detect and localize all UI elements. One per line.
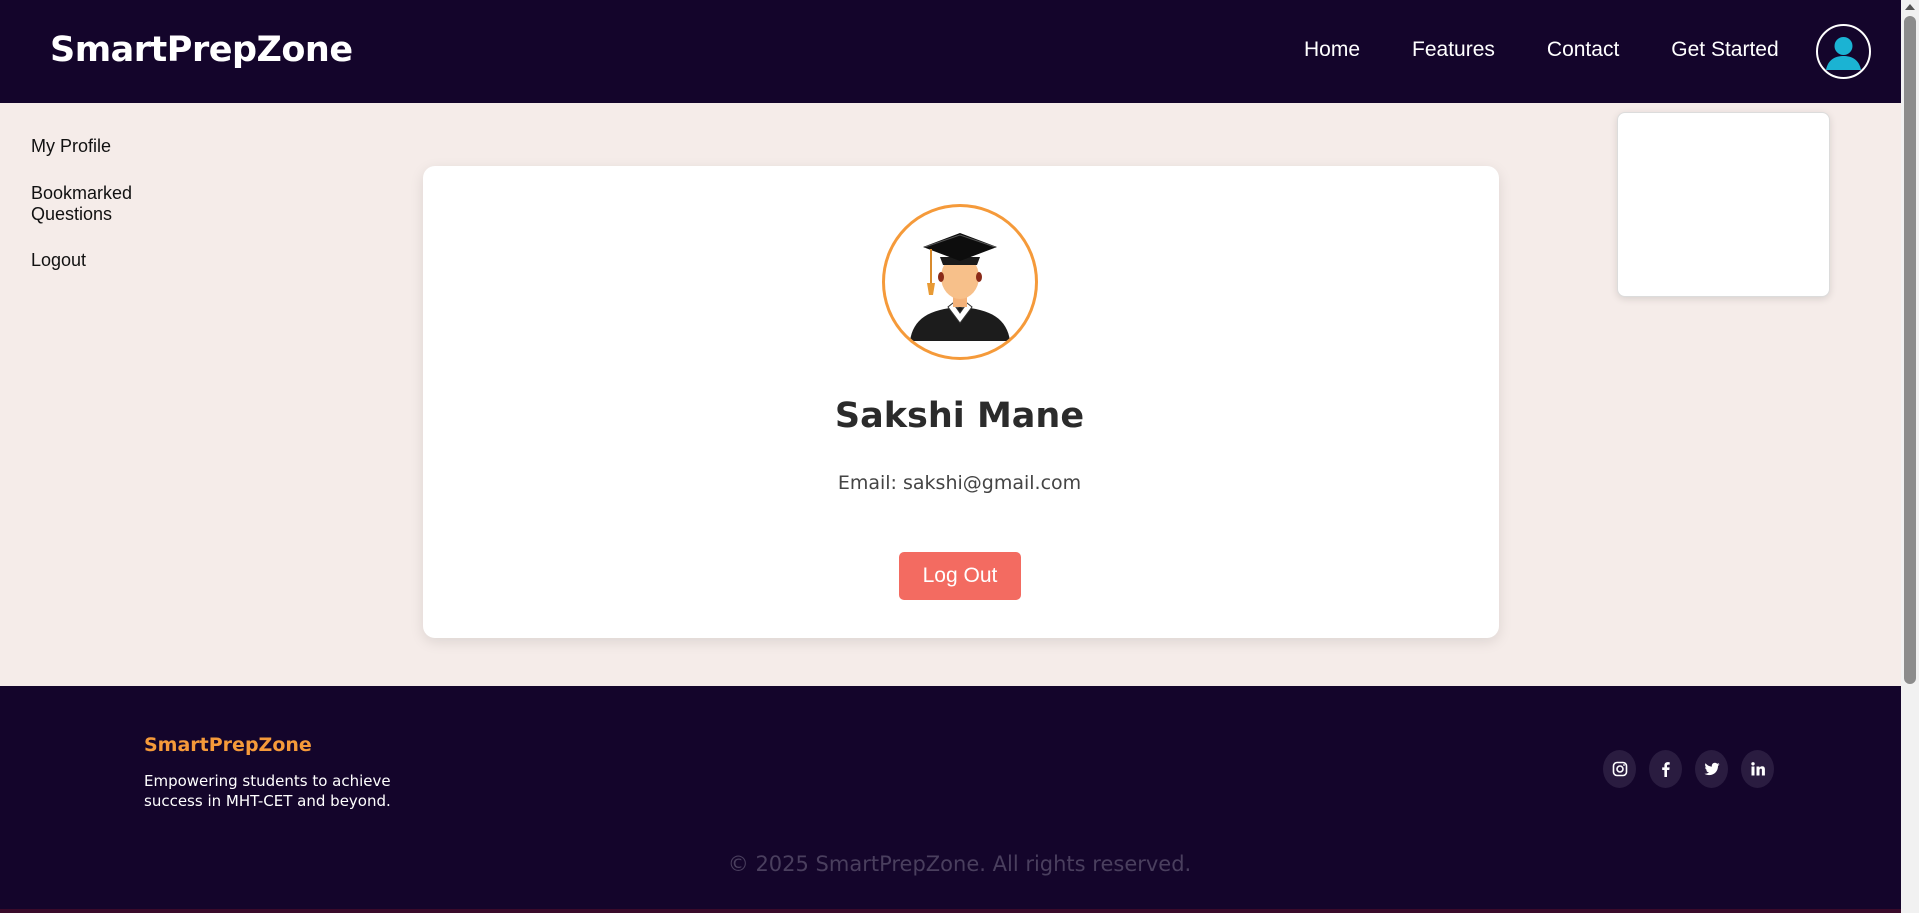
navbar: SmartPrepZone Home Features Contact Get … bbox=[0, 0, 1901, 103]
dropdown-item-my-profile[interactable]: My Profile bbox=[31, 136, 111, 157]
footer-brand: SmartPrepZone bbox=[144, 734, 312, 756]
user-circle-icon bbox=[1826, 37, 1861, 70]
user-name: Sakshi Mane bbox=[834, 396, 1085, 436]
nav-link-home[interactable]: Home bbox=[1304, 38, 1360, 62]
logout-button[interactable]: Log Out bbox=[899, 552, 1021, 600]
nav-link-get-started[interactable]: Get Started bbox=[1671, 38, 1778, 62]
page-scrollbar[interactable] bbox=[1901, 0, 1919, 913]
facebook-icon[interactable] bbox=[1649, 750, 1682, 788]
scrollbar-thumb[interactable] bbox=[1904, 16, 1916, 684]
graduate-avatar-graphic bbox=[910, 233, 1010, 341]
nav-link-features[interactable]: Features bbox=[1412, 38, 1495, 62]
profile-menu-button[interactable] bbox=[1816, 24, 1871, 79]
dropdown-item-logout[interactable]: Logout bbox=[31, 250, 86, 271]
scroll-up-arrow-icon[interactable] bbox=[1905, 4, 1915, 10]
dropdown-item-bookmarked-questions[interactable]: Bookmarked Questions bbox=[31, 183, 181, 225]
twitter-icon[interactable] bbox=[1695, 750, 1728, 788]
profile-dropdown bbox=[1617, 112, 1830, 297]
bottom-strip bbox=[0, 909, 1901, 913]
user-email: Email: sakshi@gmail.com bbox=[837, 472, 1082, 494]
social-links bbox=[1603, 750, 1774, 788]
linkedin-icon[interactable] bbox=[1741, 750, 1774, 788]
nav-link-contact[interactable]: Contact bbox=[1547, 38, 1619, 62]
copyright-text: © 2025 SmartPrepZone. All rights reserve… bbox=[727, 852, 1192, 876]
graduate-avatar-icon bbox=[882, 204, 1038, 360]
footer-tagline: Empowering students to achieve success i… bbox=[144, 772, 391, 810]
brand-logo[interactable]: SmartPrepZone bbox=[50, 30, 353, 70]
nav-links: Home Features Contact Get Started bbox=[1304, 38, 1779, 62]
instagram-icon[interactable] bbox=[1603, 750, 1636, 788]
